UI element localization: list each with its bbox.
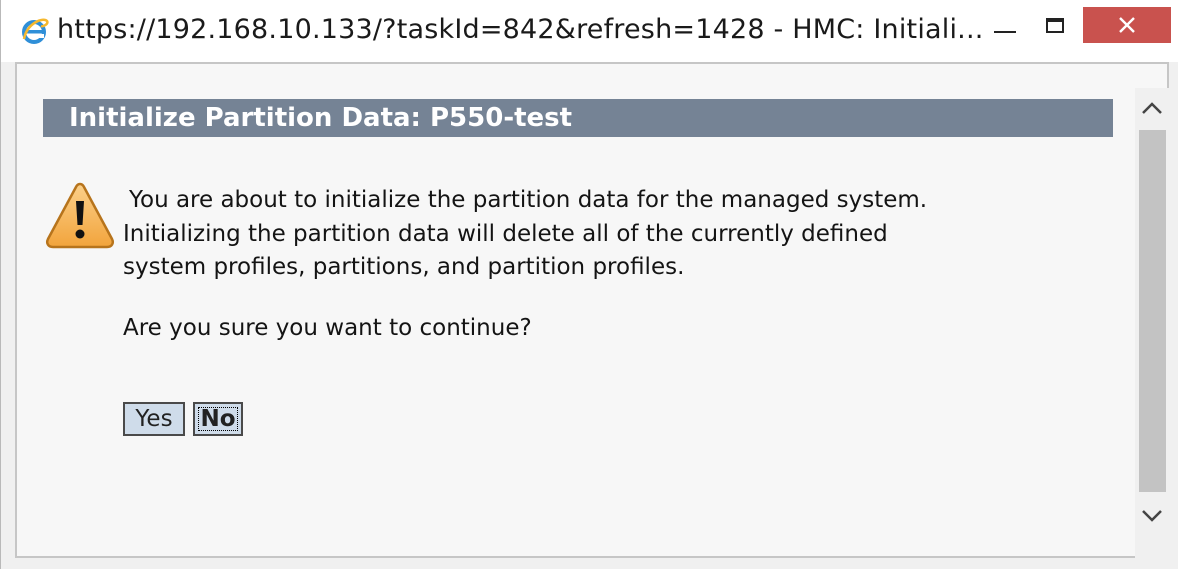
vertical-scrollbar[interactable] [1135,88,1169,558]
message-line: Initializing the partition data will del… [123,220,888,247]
close-icon [1119,17,1135,33]
chevron-up-icon [1142,102,1162,114]
message-line: system profiles, partitions, and partiti… [123,254,685,280]
chevron-down-icon [1142,510,1162,522]
browser-popup-window: https://192.168.10.133/?taskId=842&refre… [0,0,1178,569]
maximize-icon [1046,17,1064,33]
warning-message: You are about to initialize the partitio… [123,184,1103,285]
title-bar[interactable]: https://192.168.10.133/?taskId=842&refre… [1,0,1178,62]
scroll-up-button[interactable] [1135,88,1169,128]
message-line: You are about to initialize the partitio… [129,187,928,213]
warning-triangle-icon [45,182,115,249]
window-title: https://192.168.10.133/?taskId=842&refre… [57,14,984,45]
dialog-title: Initialize Partition Data: P550-test [69,103,573,133]
minimize-button[interactable] [977,6,1033,44]
dialog-header: Initialize Partition Data: P550-test [43,99,1113,137]
internet-explorer-icon [22,18,49,44]
no-button-label: No [198,406,238,432]
close-button[interactable] [1083,7,1171,43]
scroll-down-button[interactable] [1135,496,1169,536]
confirmation-question: Are you sure you want to continue? [123,315,532,341]
scroll-thumb[interactable] [1139,130,1166,492]
window-bottom-border [1,558,1178,569]
dialog-content: Initialize Partition Data: P550-test You… [15,62,1169,558]
yes-button[interactable]: Yes [123,402,185,436]
minimize-icon [994,31,1016,33]
maximize-button[interactable] [1027,6,1083,44]
no-button[interactable]: No [193,402,243,436]
